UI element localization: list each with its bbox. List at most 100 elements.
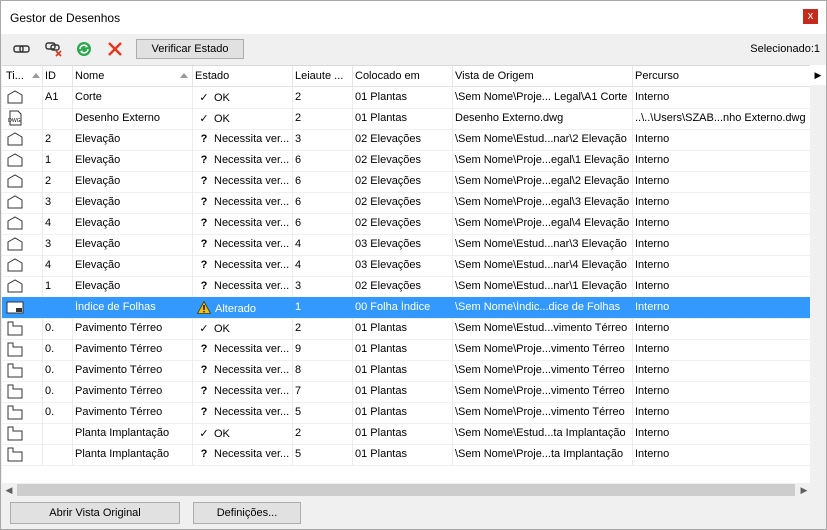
column-header-layout[interactable]: Leiaute ...	[295, 70, 351, 82]
table-row[interactable]: 4 Elevação? Necessita ver... 6 02 Elevações \…	[2, 213, 810, 235]
cell-divider	[452, 213, 453, 234]
row-layout: 4	[295, 238, 302, 250]
column-header-placed-in[interactable]: Colocado em	[355, 70, 451, 82]
cell-divider	[72, 444, 73, 465]
unlink-icon[interactable]	[45, 41, 63, 57]
question-icon: ?	[200, 406, 208, 418]
row-status: ? Necessita ver...	[197, 175, 293, 187]
table-row[interactable]: 1 Elevação? Necessita ver... 6 02 Elevações \…	[2, 150, 810, 172]
status-text: Necessita ver...	[214, 196, 290, 208]
table-row[interactable]: Planta Implantação? Necessita ver... 5 01 P…	[2, 444, 810, 466]
column-divider[interactable]	[452, 66, 453, 86]
row-name: Índice de Folhas	[75, 301, 156, 313]
horizontal-scrollbar[interactable]: ◀ ▶	[2, 483, 826, 497]
row-layout: 9	[295, 343, 302, 355]
cell-divider	[72, 87, 73, 108]
scroll-right-icon[interactable]: ▶	[797, 483, 811, 497]
row-layout: 1	[295, 301, 302, 313]
row-id: 3	[45, 238, 52, 250]
delete-icon[interactable]	[106, 41, 124, 57]
cell-divider	[72, 360, 73, 381]
table-row[interactable]: Índice de Folhas Alterado 1 00 Folha Índice…	[2, 297, 810, 319]
row-placed-in: 02 Elevações	[355, 280, 422, 292]
verify-status-button[interactable]: Verificar Estado	[136, 39, 244, 59]
table-row[interactable]: 0. Pavimento Térreo? Necessita ver... 8 01 P…	[2, 360, 810, 382]
refresh-icon[interactable]	[75, 41, 93, 57]
cell-divider	[352, 129, 353, 150]
table-row[interactable]: 0. Pavimento Térreo? Necessita ver... 5 01 P…	[2, 402, 810, 424]
status-text: Necessita ver...	[214, 133, 290, 145]
row-placed-in: 02 Elevações	[355, 133, 422, 145]
cell-divider	[352, 423, 353, 444]
row-placed-in: 01 Plantas	[355, 343, 407, 355]
table-row[interactable]: 2 Elevação? Necessita ver... 6 02 Elevações \…	[2, 171, 810, 193]
settings-button[interactable]: Definições...	[193, 502, 301, 524]
column-header-status[interactable]: Estado	[195, 70, 289, 82]
table-row[interactable]: 3 Elevação? Necessita ver... 4 03 Elevações \…	[2, 234, 810, 256]
table-row[interactable]: 1 Elevação? Necessita ver... 3 02 Elevações \…	[2, 276, 810, 298]
column-divider[interactable]	[192, 66, 193, 86]
table-row[interactable]: Planta Implantação ✓ OK 2 01 Plantas \Sem Nom…	[2, 423, 810, 445]
cell-divider	[632, 402, 633, 423]
row-name: Elevação	[75, 196, 121, 208]
cell-divider	[452, 108, 453, 129]
column-header-id[interactable]: ID	[45, 70, 71, 82]
cell-divider	[452, 87, 453, 108]
row-status: Alterado	[197, 301, 293, 315]
column-header-path[interactable]: Percurso	[635, 70, 805, 82]
cell-divider	[72, 255, 73, 276]
column-header-type[interactable]: Ti...	[6, 70, 32, 82]
cell-divider	[192, 402, 193, 423]
row-source-view: \Sem Nome\Estud...nar\3 Elevação	[455, 238, 627, 250]
table-row[interactable]: 4 Elevação? Necessita ver... 4 03 Elevações \…	[2, 255, 810, 277]
status-text: Necessita ver...	[214, 385, 290, 397]
cell-divider	[452, 129, 453, 150]
scroll-left-icon[interactable]: ◀	[2, 483, 16, 497]
scrollbar-thumb[interactable]	[17, 484, 795, 496]
column-divider[interactable]	[72, 66, 73, 86]
cell-divider	[192, 423, 193, 444]
table-row[interactable]: 3 Elevação? Necessita ver... 6 02 Elevações \…	[2, 192, 810, 214]
row-path: Interno	[635, 280, 670, 292]
column-header-source-view[interactable]: Vista de Origem	[455, 70, 631, 82]
cell-divider	[192, 171, 193, 192]
table-row[interactable]: 0. Pavimento Térreo? Necessita ver... 9 01 P…	[2, 339, 810, 361]
cell-divider	[192, 318, 193, 339]
table-row[interactable]: DWG Desenho Externo ✓ OK 2 01 Plantas Desenho …	[2, 108, 810, 130]
row-placed-in: 01 Plantas	[355, 385, 407, 397]
cell-divider	[72, 381, 73, 402]
row-status: ? Necessita ver...	[197, 385, 293, 397]
row-name: Elevação	[75, 154, 121, 166]
open-original-view-button[interactable]: Abrir Vista Original	[10, 502, 180, 524]
table-row[interactable]: A1 Corte ✓ OK 2 01 Plantas \Sem Nome\Proje... …	[2, 87, 810, 109]
row-id: 0.	[45, 364, 55, 376]
row-name: Elevação	[75, 259, 121, 271]
table-row[interactable]: 0. Pavimento Térreo ✓ OK 2 01 Plantas \Sem Nom…	[2, 318, 810, 340]
cell-divider	[42, 129, 43, 150]
column-divider[interactable]	[632, 66, 633, 86]
column-divider[interactable]	[292, 66, 293, 86]
cell-divider	[42, 255, 43, 276]
cell-divider	[42, 381, 43, 402]
row-source-view: \Sem Nome\Estud...ta Implantação	[455, 427, 626, 439]
cell-divider	[352, 171, 353, 192]
link-icon[interactable]	[13, 41, 31, 57]
table-row[interactable]: 0. Pavimento Térreo? Necessita ver... 7 01 P…	[2, 381, 810, 403]
column-divider[interactable]	[352, 66, 353, 86]
status-text: Necessita ver...	[214, 406, 290, 418]
row-source-view: \Sem Nome\Proje...vimento Térreo	[455, 343, 625, 355]
cell-divider	[632, 234, 633, 255]
dwg-file-icon: DWG	[8, 110, 22, 126]
table-header: Ti... ID Nome Estado Leiaute ... Colocad…	[2, 66, 810, 87]
cell-divider	[632, 297, 633, 318]
row-path: Interno	[635, 406, 670, 418]
close-button[interactable]: x	[803, 9, 818, 24]
scroll-right-arrow[interactable]: ▶	[810, 65, 826, 85]
cell-divider	[632, 423, 633, 444]
row-path: Interno	[635, 301, 670, 313]
table-row[interactable]: 2 Elevação? Necessita ver... 3 02 Elevações \…	[2, 129, 810, 151]
check-icon: ✓	[199, 92, 209, 104]
status-text: Necessita ver...	[214, 238, 290, 250]
column-header-name[interactable]: Nome	[75, 70, 175, 82]
column-divider[interactable]	[42, 66, 43, 86]
